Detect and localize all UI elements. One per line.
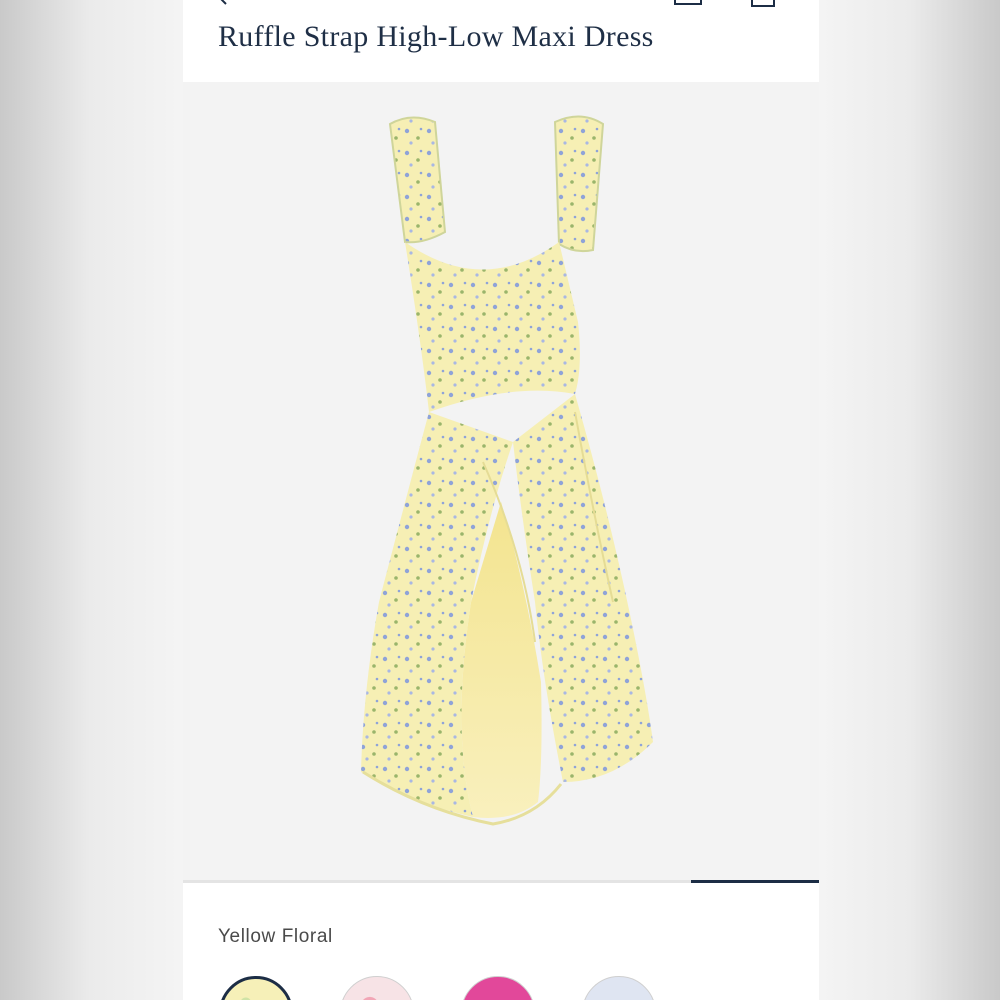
- selected-color-label: Yellow Floral: [218, 926, 333, 947]
- product-image[interactable]: [183, 82, 819, 880]
- product-title: Ruffle Strap High-Low Maxi Dress: [218, 20, 654, 53]
- swatch-pink-floral[interactable]: [340, 976, 414, 1000]
- save-icon[interactable]: [673, 0, 703, 6]
- swatch-yellow-floral[interactable]: [219, 976, 293, 1000]
- top-bar: Ruffle Strap High-Low Maxi Dress: [183, 0, 819, 80]
- carousel-indicator: [691, 880, 819, 883]
- shopping-bag-icon[interactable]: [748, 0, 778, 8]
- dress-illustration: [361, 115, 653, 826]
- swatch-pink[interactable]: [461, 976, 535, 1000]
- chevron-left-icon[interactable]: [213, 0, 233, 6]
- swatch-blue-floral[interactable]: [582, 976, 656, 1000]
- phone-screen: Ruffle Strap High-Low Maxi Dress Yellow …: [183, 0, 819, 1000]
- carousel-progress: [183, 880, 819, 883]
